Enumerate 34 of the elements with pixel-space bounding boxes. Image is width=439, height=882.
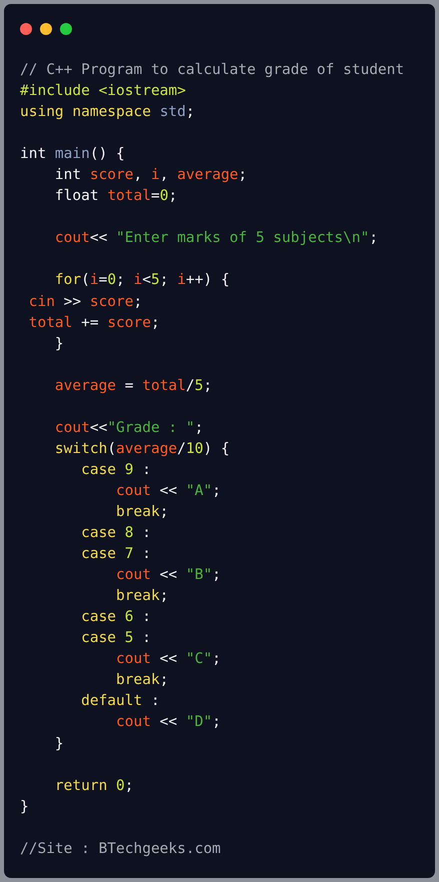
window-control-dot[interactable] (40, 23, 52, 35)
code-line: float total=0; (54, 187, 178, 206)
code-line: int main() { (20, 145, 125, 164)
code-line: int score, i, average; (54, 166, 248, 186)
window-control-dot[interactable] (20, 23, 32, 35)
code-line: cout << "C"; (115, 650, 221, 670)
code-line: } (54, 334, 64, 354)
code-line: cout<<"Grade : "; (54, 418, 204, 438)
code-line: cout << "A"; (115, 482, 221, 501)
code-line: case 8 : (80, 524, 151, 544)
code-line: case 7 : (80, 545, 151, 564)
code-line: cout << "B"; (115, 566, 221, 586)
code-line: break; (115, 671, 168, 690)
code-line: case 5 : (80, 629, 151, 648)
code-line: } (20, 798, 29, 817)
code-comment: //Site : BTechgeeks.com (20, 840, 221, 859)
code-line: break; (115, 587, 168, 606)
code-line: average = total/5; (54, 376, 212, 396)
code-line: } (54, 734, 64, 754)
code-line: default : (80, 692, 160, 712)
code-line: return 0; (54, 776, 134, 796)
code-line: switch(average/10) { (54, 440, 230, 459)
code-line: #include <iostream> (20, 82, 186, 102)
code-line: using namespace std; (20, 103, 195, 122)
code-line: for(i=0; i<5; i++) { (54, 271, 230, 290)
code-line: total += score; (28, 314, 160, 333)
code-line: case 9 : (80, 460, 151, 480)
code-comment: // C++ Program to calculate grade of student (20, 61, 404, 80)
window-control-dot[interactable] (60, 23, 72, 35)
code-line: cin >> score; (28, 292, 142, 312)
code-line: cout << "D"; (115, 713, 221, 732)
code-line: cout<< "Enter marks of 5 subjects\n"; (54, 229, 378, 248)
code-line: case 6 : (80, 608, 151, 628)
code-line: break; (115, 502, 168, 522)
